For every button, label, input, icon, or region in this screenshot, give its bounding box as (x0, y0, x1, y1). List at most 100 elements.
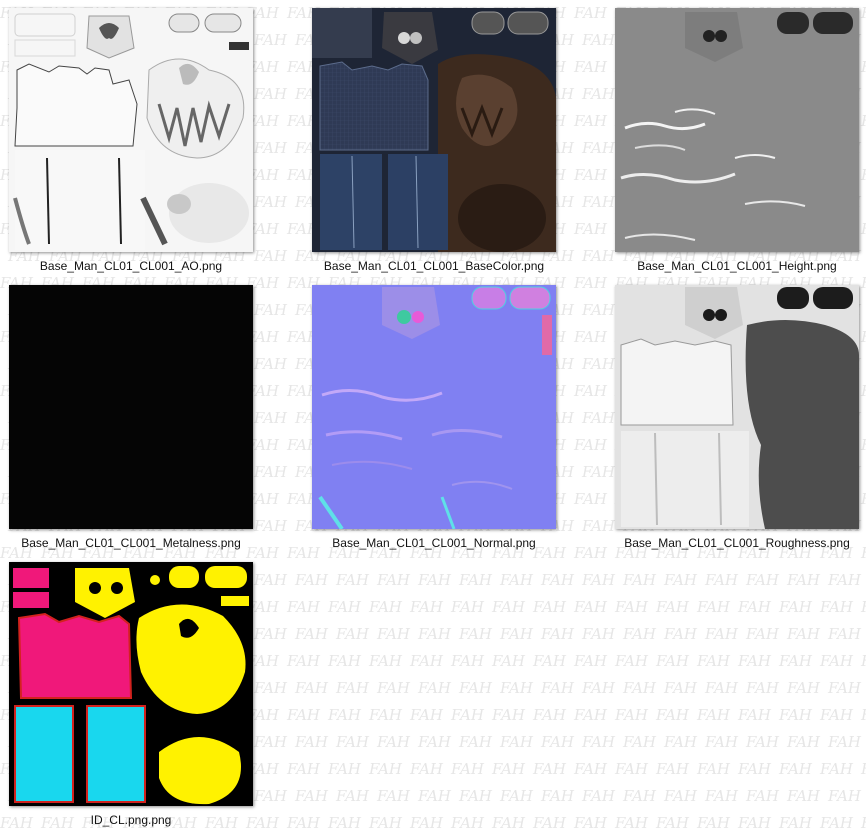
watermark-text: FAH (827, 571, 862, 589)
metalness-thumbnail[interactable] (9, 285, 253, 529)
watermark-text: FAH (573, 598, 608, 616)
watermark-text: FAH (491, 598, 526, 616)
watermark-text: FAH (581, 193, 616, 211)
watermark-text: FAH (573, 760, 608, 778)
watermark-text: FAH (286, 652, 321, 670)
watermark-text: FAH (368, 760, 403, 778)
watermark-text: FAH (450, 760, 485, 778)
watermark-text: FAH (450, 598, 485, 616)
watermark-text: FAH (622, 733, 657, 751)
watermark-text: FAH (491, 760, 526, 778)
watermark-text: FAH (581, 409, 616, 427)
file-item[interactable]: Base_Man_CL01_CL001_AO.png (9, 8, 253, 273)
watermark-text: FAH (573, 4, 608, 22)
file-name[interactable]: Base_Man_CL01_CL001_Normal.png (282, 536, 586, 550)
watermark-text: FAH (335, 625, 370, 643)
watermark-text: FAH (294, 625, 329, 643)
watermark-text: FAH (786, 679, 821, 697)
watermark-text: FAH (622, 787, 657, 805)
watermark-text: FAH (450, 652, 485, 670)
watermark-text: FAH (663, 679, 698, 697)
file-item[interactable]: Base_Man_CL01_CL001_Roughness.png (615, 285, 859, 550)
watermark-text: FAH (409, 706, 444, 724)
watermark-text: FAH (778, 706, 813, 724)
watermark-text: FAH (860, 220, 866, 238)
watermark-text: FAH (540, 625, 575, 643)
watermark-text: FAH (294, 787, 329, 805)
watermark-text: FAH (253, 31, 288, 49)
id-thumbnail[interactable] (9, 562, 253, 806)
file-name[interactable]: Base_Man_CL01_CL001_BaseColor.png (282, 259, 586, 273)
file-name[interactable]: Base_Man_CL01_CL001_AO.png (0, 259, 283, 273)
height-thumbnail[interactable] (615, 8, 859, 252)
file-item[interactable]: Base_Man_CL01_CL001_Metalness.png (9, 285, 253, 550)
watermark-text: FAH (327, 652, 362, 670)
watermark-text: FAH (819, 652, 854, 670)
watermark-text: FAH (294, 679, 329, 697)
watermark-text: FAH (532, 652, 567, 670)
watermark-text: FAH (827, 733, 862, 751)
watermark-text: FAH (540, 787, 575, 805)
watermark-text: FAH (819, 598, 854, 616)
watermark-text: FAH (376, 733, 411, 751)
watermark-text: FAH (409, 814, 444, 832)
watermark-text: FAH (860, 652, 866, 670)
file-item[interactable]: Base_Man_CL01_CL001_BaseColor.png (312, 8, 556, 273)
basecolor-thumbnail[interactable] (312, 8, 556, 252)
watermark-text: FAH (294, 733, 329, 751)
watermark-text: FAH (745, 679, 780, 697)
watermark-text: FAH (573, 382, 608, 400)
watermark-text: FAH (573, 328, 608, 346)
watermark-text: FAH (581, 463, 616, 481)
file-name[interactable]: Base_Man_CL01_CL001_Roughness.png (585, 536, 866, 550)
watermark-text: FAH (581, 139, 616, 157)
watermark-text: FAH (458, 571, 493, 589)
watermark-text: FAH (614, 598, 649, 616)
watermark-text: FAH (409, 760, 444, 778)
watermark-text: FAH (327, 814, 362, 832)
roughness-thumbnail[interactable] (615, 285, 859, 529)
file-item[interactable]: Base_Man_CL01_CL001_Height.png (615, 8, 859, 273)
watermark-text: FAH (253, 409, 288, 427)
watermark-text: FAH (860, 166, 866, 184)
watermark-text: FAH (737, 706, 772, 724)
watermark-text: FAH (294, 571, 329, 589)
normal-thumbnail[interactable] (312, 285, 556, 529)
file-item[interactable]: ID_CL.png.png (9, 562, 253, 827)
watermark-text: FAH (253, 571, 288, 589)
watermark-text: FAH (581, 571, 616, 589)
file-item[interactable]: Base_Man_CL01_CL001_Normal.png (312, 285, 556, 550)
file-name[interactable]: Base_Man_CL01_CL001_Metalness.png (0, 536, 283, 550)
file-name[interactable]: ID_CL.png.png (0, 813, 283, 827)
watermark-text: FAH (581, 787, 616, 805)
ao-thumbnail[interactable] (9, 8, 253, 252)
watermark-text: FAH (860, 706, 866, 724)
watermark-text: FAH (253, 625, 288, 643)
watermark-text: FAH (573, 166, 608, 184)
watermark-text: FAH (499, 733, 534, 751)
watermark-text: FAH (827, 625, 862, 643)
file-name[interactable]: Base_Man_CL01_CL001_Height.png (585, 259, 866, 273)
watermark-text: FAH (253, 85, 288, 103)
watermark-text: FAH (622, 679, 657, 697)
watermark-text: FAH (540, 733, 575, 751)
watermark-text: FAH (860, 760, 866, 778)
watermark-text: FAH (819, 760, 854, 778)
watermark-text: FAH (704, 733, 739, 751)
watermark-text: FAH (696, 706, 731, 724)
watermark-text: FAH (655, 706, 690, 724)
watermark-text: FAH (376, 787, 411, 805)
watermark-text: FAH (417, 679, 452, 697)
watermark-text: FAH (253, 301, 288, 319)
watermark-text: FAH (745, 571, 780, 589)
watermark-text: FAH (655, 598, 690, 616)
watermark-text: FAH (860, 112, 866, 130)
watermark-text: FAH (860, 4, 866, 22)
watermark-text: FAH (532, 814, 567, 832)
watermark-text: FAH (286, 706, 321, 724)
watermark-text: FAH (458, 625, 493, 643)
watermark-text: FAH (704, 625, 739, 643)
watermark-text: FAH (745, 625, 780, 643)
watermark-text: FAH (335, 679, 370, 697)
watermark-text: FAH (663, 625, 698, 643)
